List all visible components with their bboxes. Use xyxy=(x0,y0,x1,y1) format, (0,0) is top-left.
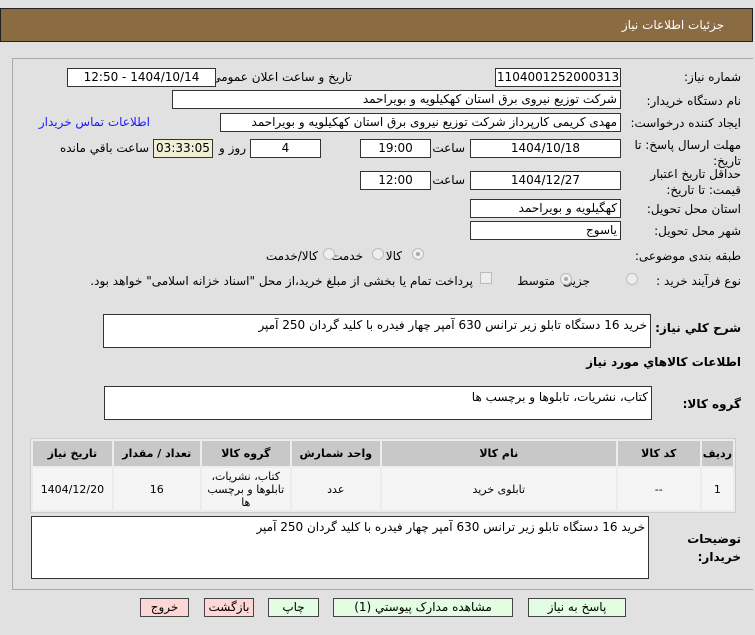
category-radio-goods[interactable] xyxy=(412,248,424,260)
cell-group: کتاب، نشریات، تابلوها و برچسب ها xyxy=(201,468,290,510)
cell-date: 1404/12/20 xyxy=(33,468,112,510)
days-field[interactable]: 4 xyxy=(250,139,321,158)
table-header-row: ردیف کد کالا نام کالا واحد شمارش گروه کا… xyxy=(33,441,733,466)
creator-field[interactable]: مهدی کریمی کارپرداز شرکت توزیع نیروی برق… xyxy=(220,113,621,132)
deadline-time-label: ساعت xyxy=(432,141,465,155)
description-label: شرح کلي نیاز: xyxy=(655,321,741,335)
buyer-notes-label: توضیحات خریدار: xyxy=(687,532,741,564)
validity-date-field[interactable]: 1404/12/27 xyxy=(470,171,621,190)
col-qty: تعداد / مقدار xyxy=(113,441,200,466)
category-option-goods: کالا xyxy=(385,249,402,263)
deadline-date-field[interactable]: 1404/10/18 xyxy=(470,139,621,158)
back-button[interactable]: بازگشت xyxy=(204,598,254,617)
days-label: روز و xyxy=(219,141,246,155)
buyer-notes-textarea[interactable]: خرید 16 دستگاه تابلو زیر ترانس 630 آمپر … xyxy=(31,516,649,579)
category-radio-both[interactable] xyxy=(323,248,335,260)
process-label: نوع فرآیند خرید : xyxy=(656,274,741,288)
validity-time-field[interactable]: 12:00 xyxy=(360,171,431,190)
announce-label: تاریخ و ساعت اعلان عمومی: xyxy=(207,70,352,84)
province-field[interactable]: کهگیلویه و بویراحمد xyxy=(470,199,621,218)
payment-note: پرداخت تمام یا بخشی از مبلغ خرید،از محل … xyxy=(90,274,473,288)
remaining-time-field: 03:33:05 xyxy=(153,139,213,158)
col-name: نام کالا xyxy=(381,441,616,466)
goods-info-title: اطلاعات کالاهاي مورد نیاز xyxy=(586,355,741,369)
reply-button[interactable]: پاسخ به نیاز xyxy=(528,598,626,617)
category-option-both: کالا/خدمت xyxy=(265,249,318,263)
col-unit: واحد شمارش xyxy=(291,441,380,466)
deadline-label: مهلت ارسال پاسخ: تا تاریخ: xyxy=(634,138,741,168)
category-option-service: خدمت xyxy=(331,249,363,263)
city-field[interactable]: یاسوج xyxy=(470,221,621,240)
cell-name: تابلوی خرید xyxy=(381,468,616,510)
city-label: شهر محل تحویل: xyxy=(654,224,741,238)
col-code: کد کالا xyxy=(617,441,700,466)
view-attachments-button[interactable]: مشاهده مدارک پیوستي (1) xyxy=(333,598,513,617)
need-number-label: شماره نیاز: xyxy=(684,70,741,84)
need-number-field[interactable]: 1104001252000313 xyxy=(495,68,621,87)
print-button[interactable]: چاپ xyxy=(268,598,319,617)
cell-qty: 16 xyxy=(113,468,200,510)
buyer-org-field[interactable]: شرکت توزیع نیروی برق استان کهکیلویه و بو… xyxy=(172,90,621,109)
process-radio-minor[interactable] xyxy=(626,273,638,285)
cell-row: 1 xyxy=(701,468,733,510)
col-row: ردیف xyxy=(701,441,733,466)
validity-label: حداقل تاریخ اعتبار قیمت: تا تاریخ: xyxy=(650,167,741,197)
col-group: گروه کالا xyxy=(201,441,290,466)
deadline-time-field[interactable]: 19:00 xyxy=(360,139,431,158)
process-radio-medium[interactable] xyxy=(560,273,572,285)
creator-label: ایجاد کننده درخواست: xyxy=(630,116,741,130)
validity-time-label: ساعت xyxy=(432,173,465,187)
contact-info-link[interactable]: اطلاعات تماس خریدار xyxy=(39,115,150,129)
goods-table: ردیف کد کالا نام کالا واحد شمارش گروه کا… xyxy=(30,438,736,513)
description-textarea[interactable]: خرید 16 دستگاه تابلو زیر ترانس 630 آمپر … xyxy=(103,314,651,348)
remaining-label: ساعت باقي مانده xyxy=(59,141,149,155)
table-row: 1 -- تابلوی خرید عدد کتاب، نشریات، تابلو… xyxy=(33,468,733,510)
col-date: تاریخ نیاز xyxy=(33,441,112,466)
province-label: استان محل تحویل: xyxy=(646,202,741,216)
category-radio-service[interactable] xyxy=(372,248,384,260)
page-header: جزئیات اطلاعات نیاز xyxy=(0,8,753,42)
cell-code: -- xyxy=(617,468,700,510)
goods-group-label: گروه کالا: xyxy=(682,397,741,411)
category-label: طبقه بندی موضوعی: xyxy=(634,249,741,263)
payment-checkbox[interactable] xyxy=(480,272,492,284)
goods-group-textarea[interactable]: کتاب، نشریات، تابلوها و برچسب ها xyxy=(104,386,652,420)
cell-unit: عدد xyxy=(291,468,380,510)
announce-field[interactable]: 1404/10/14 - 12:50 xyxy=(67,68,216,87)
process-option-medium: متوسط xyxy=(517,274,555,288)
page-title: جزئیات اطلاعات نیاز xyxy=(621,18,724,32)
buyer-org-label: نام دستگاه خریدار: xyxy=(646,94,742,108)
exit-button[interactable]: خروج xyxy=(140,598,189,617)
